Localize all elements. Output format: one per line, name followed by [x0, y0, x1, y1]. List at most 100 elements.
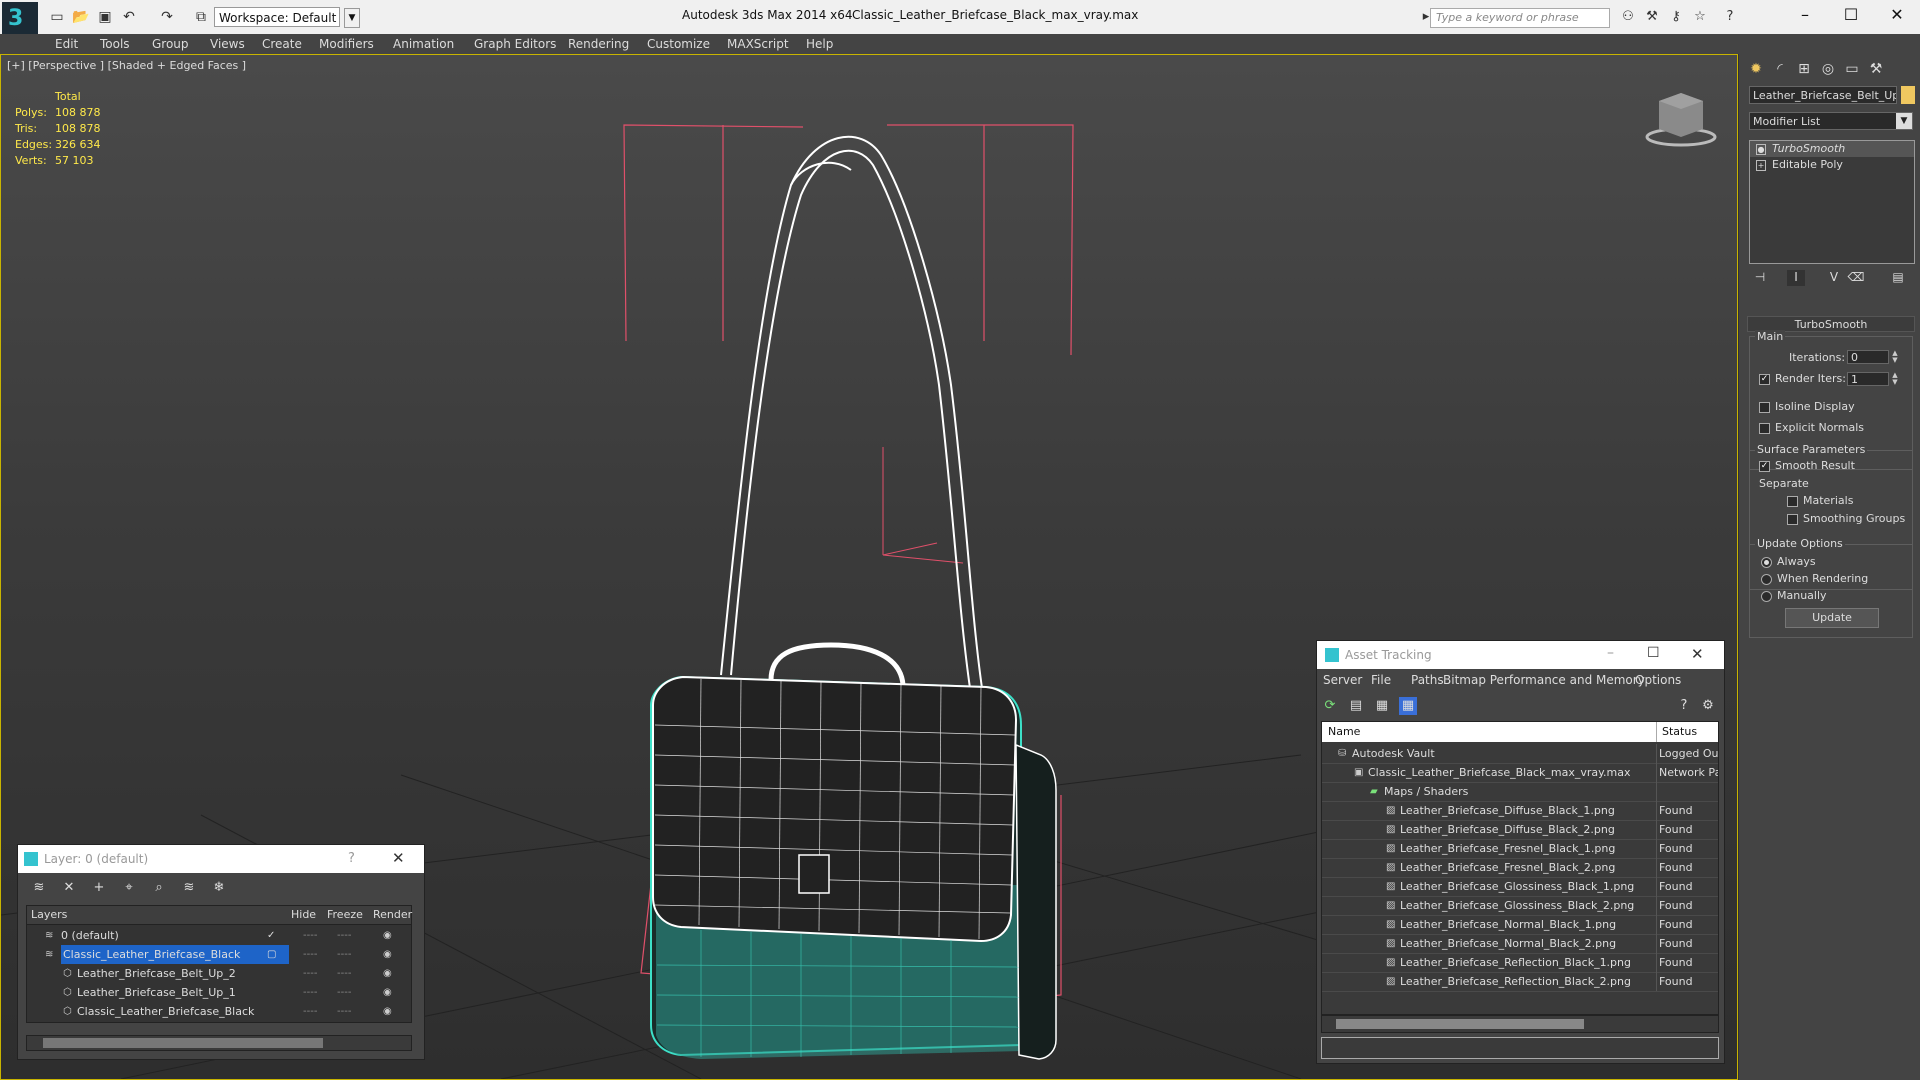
viewport-label[interactable]: [+] [Perspective ] [Shaded + Edged Faces…: [7, 59, 246, 72]
project-folder-icon[interactable]: ⧉: [192, 9, 210, 25]
hide-all-icon[interactable]: ≋: [180, 879, 198, 897]
column-divider[interactable]: [1656, 722, 1657, 742]
settings-icon[interactable]: ⚙: [1699, 697, 1717, 715]
asset-row[interactable]: ▨ Leather_Briefcase_Normal_Black_1.png Fou…: [1322, 915, 1718, 935]
column-render[interactable]: Render: [373, 906, 412, 924]
menu-group[interactable]: Group: [152, 34, 189, 54]
menu-create[interactable]: Create: [262, 34, 302, 54]
asset-menu-paths[interactable]: Paths: [1411, 673, 1444, 687]
freeze-all-icon[interactable]: ❄: [210, 879, 228, 897]
column-layers[interactable]: Layers: [31, 906, 67, 924]
highlight-layer-icon[interactable]: ⌕: [150, 879, 168, 897]
asset-row[interactable]: ▨ Leather_Briefcase_Glossiness_Black_2.pn…: [1322, 896, 1718, 916]
add-to-layer-icon[interactable]: +: [90, 879, 108, 897]
iterations-spinner[interactable]: 0: [1847, 350, 1889, 364]
minimize-button[interactable]: –: [1782, 0, 1828, 30]
layer-row[interactable]: ≋ 0 (default) ✓ ---- ---- ◉: [27, 926, 411, 945]
hide-toggle[interactable]: ----: [303, 964, 317, 983]
maximize-button[interactable]: ☐: [1828, 0, 1874, 30]
asset-row[interactable]: ⛁ Autodesk Vault Logged Ou: [1322, 744, 1718, 764]
hide-toggle[interactable]: ----: [303, 1002, 317, 1021]
asset-row[interactable]: ▨ Leather_Briefcase_Diffuse_Black_2.png Fo…: [1322, 820, 1718, 840]
menu-rendering[interactable]: Rendering: [568, 34, 629, 54]
layer-row[interactable]: ⬡ Leather_Briefcase_Belt_Up_1 ---- ---- ◉: [27, 983, 411, 1002]
explicit-normals-checkbox[interactable]: [1759, 423, 1770, 434]
menu-modifiers[interactable]: Modifiers: [319, 34, 374, 54]
layer-row[interactable]: ⬡ Classic_Leather_Briefcase_Black ---- ----…: [27, 1002, 411, 1021]
asset-horizontal-scrollbar[interactable]: [1321, 1015, 1719, 1033]
hide-toggle[interactable]: ----: [303, 945, 317, 964]
smoothing-groups-checkbox[interactable]: [1787, 514, 1798, 525]
column-status[interactable]: Status: [1662, 722, 1697, 742]
save-icon[interactable]: ▣: [96, 9, 114, 25]
minimize-icon[interactable]: –: [1607, 645, 1614, 661]
render-teapot-icon[interactable]: ◉: [383, 983, 392, 1002]
smooth-result-checkbox[interactable]: ✓: [1759, 461, 1770, 472]
favorites-star-icon[interactable]: ☆: [1692, 9, 1708, 25]
chevron-down-icon[interactable]: ▼: [344, 8, 360, 28]
help-icon[interactable]: ?: [1675, 697, 1693, 715]
hide-toggle[interactable]: ----: [303, 926, 317, 945]
close-icon[interactable]: ✕: [1691, 645, 1704, 663]
undo-icon[interactable]: ↶: [120, 9, 138, 25]
select-objects-icon[interactable]: ⌖: [120, 879, 138, 897]
create-tab-icon[interactable]: ✹: [1745, 58, 1767, 80]
show-end-result-icon[interactable]: I: [1787, 270, 1805, 286]
materials-checkbox[interactable]: [1787, 496, 1798, 507]
asset-path-field[interactable]: [1321, 1037, 1719, 1059]
menu-tools[interactable]: Tools: [100, 34, 130, 54]
render-iters-checkbox[interactable]: ✓: [1759, 374, 1770, 385]
stack-item-turbosmooth[interactable]: ● TurboSmooth: [1750, 141, 1914, 157]
spinner-arrows-icon[interactable]: ▲ ▼: [1891, 350, 1899, 364]
asset-menu-options[interactable]: Options: [1635, 673, 1681, 687]
menu-customize[interactable]: Customize: [647, 34, 710, 54]
asset-row[interactable]: ▨ Leather_Briefcase_Glossiness_Black_1.pn…: [1322, 877, 1718, 897]
configure-sets-icon[interactable]: ▤: [1889, 270, 1907, 286]
menu-animation[interactable]: Animation: [393, 34, 454, 54]
layer-name[interactable]: Leather_Briefcase_Belt_Up_2: [77, 964, 236, 983]
manually-radio[interactable]: [1761, 591, 1772, 602]
close-icon[interactable]: ✕: [392, 849, 405, 867]
current-layer-check-icon[interactable]: ✓: [267, 926, 275, 945]
always-radio[interactable]: [1761, 557, 1772, 568]
hide-toggle[interactable]: ----: [303, 983, 317, 1002]
stack-item-editable-poly[interactable]: + Editable Poly: [1750, 157, 1914, 173]
key-icon[interactable]: ⚷: [1668, 9, 1684, 25]
app-logo-icon[interactable]: 3: [2, 2, 38, 38]
layer-name[interactable]: Classic_Leather_Briefcase_Black: [61, 945, 289, 964]
new-layer-icon[interactable]: ≋: [30, 879, 48, 897]
workspace-dropdown[interactable]: Workspace: Default: [214, 7, 340, 27]
object-color-swatch[interactable]: [1901, 86, 1915, 104]
menu-maxscript[interactable]: MAXScript: [727, 34, 789, 54]
modifier-list-dropdown[interactable]: Modifier List ▼: [1749, 112, 1913, 130]
freeze-toggle[interactable]: ----: [337, 983, 351, 1002]
make-unique-icon[interactable]: V: [1825, 270, 1843, 286]
render-teapot-icon[interactable]: ◉: [383, 926, 392, 945]
asset-row[interactable]: ▣ Classic_Leather_Briefcase_Black_max_vra…: [1322, 763, 1718, 783]
layer-row[interactable]: ≋ Classic_Leather_Briefcase_Black ▢ ---- ---…: [27, 945, 411, 964]
asset-row[interactable]: ▨ Leather_Briefcase_Reflection_Black_1.pn…: [1322, 953, 1718, 973]
chevron-down-icon[interactable]: ▼: [1896, 113, 1912, 129]
column-hide[interactable]: Hide: [291, 906, 316, 924]
close-button[interactable]: ✕: [1874, 0, 1920, 30]
scrollbar-thumb[interactable]: [43, 1038, 323, 1048]
layer-name[interactable]: Leather_Briefcase_Belt_Up_1: [77, 983, 236, 1002]
isoline-display-checkbox[interactable]: [1759, 402, 1770, 413]
layer-name[interactable]: Classic_Leather_Briefcase_Black: [77, 1002, 254, 1021]
menu-help[interactable]: Help: [806, 34, 833, 54]
help-button[interactable]: ?: [348, 851, 355, 866]
spinner-arrows-icon[interactable]: ▲ ▼: [1891, 372, 1899, 386]
modifier-stack[interactable]: ● TurboSmooth + Editable Poly: [1749, 140, 1915, 264]
lightbulb-icon[interactable]: ●: [1756, 144, 1766, 155]
asset-row[interactable]: ▨ Leather_Briefcase_Reflection_Black_2.pn…: [1322, 972, 1718, 992]
object-name-field[interactable]: Leather_Briefcase_Belt_Up_2: [1749, 86, 1897, 104]
asset-window-titlebar[interactable]: Asset Tracking – ☐ ✕: [1317, 641, 1724, 669]
asset-row[interactable]: ▰ Maps / Shaders: [1322, 782, 1718, 802]
column-freeze[interactable]: Freeze: [327, 906, 363, 924]
pin-stack-icon[interactable]: ⊣: [1751, 270, 1769, 286]
expand-plus-icon[interactable]: +: [1756, 160, 1766, 171]
column-name[interactable]: Name: [1328, 722, 1360, 742]
motion-tab-icon[interactable]: ◎: [1817, 58, 1839, 80]
redo-icon[interactable]: ↷: [158, 9, 176, 25]
when-rendering-radio[interactable]: [1761, 574, 1772, 585]
